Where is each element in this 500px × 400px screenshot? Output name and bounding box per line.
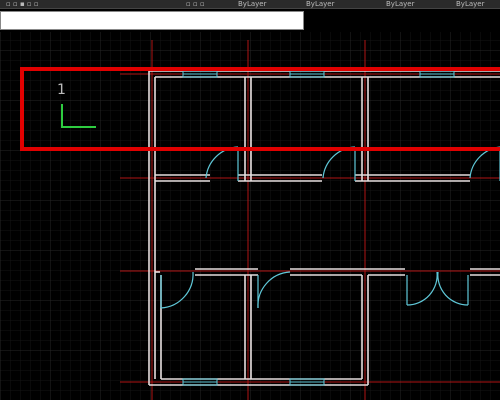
- drawing-canvas[interactable]: 1: [0, 0, 500, 400]
- cad-viewport[interactable]: ▫ ▫ ▪ ▫ ▫ ▫ ▫ ▫ ByLayer ByLayer ByLayer …: [0, 0, 500, 400]
- ucs-label: 1: [57, 82, 66, 98]
- grid: [0, 32, 500, 400]
